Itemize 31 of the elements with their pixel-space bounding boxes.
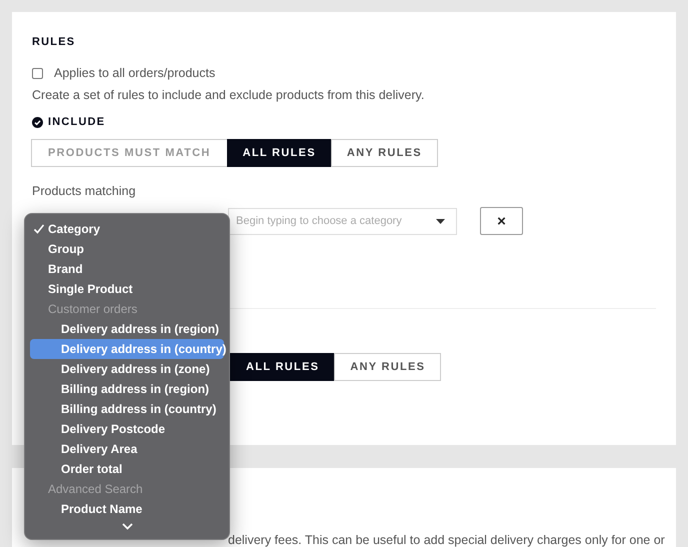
checkbox-label: Applies to all orders/products (54, 66, 216, 80)
menu-item[interactable]: Group (30, 239, 224, 259)
caret-icon (436, 218, 445, 224)
section-title: RULES (32, 36, 76, 48)
checkmark-icon (33, 223, 45, 235)
menu-item[interactable]: Single Product (30, 279, 224, 299)
match-option-button[interactable]: ANY RULES (334, 353, 442, 381)
menu-item[interactable]: Brand (30, 259, 224, 279)
menu-item[interactable]: Billing address in (country) (30, 399, 224, 419)
menu-item[interactable]: Delivery Postcode (30, 419, 224, 439)
menu-group-header: Advanced Search (47, 481, 144, 498)
description: Create a set of rules to include and exclude products from this delivery. (32, 88, 426, 102)
menu-group-header: Customer orders (47, 301, 138, 318)
remove-button[interactable]: × (480, 207, 523, 235)
menu-item[interactable]: Order total (30, 459, 224, 479)
menu-item[interactable]: Delivery Area (30, 439, 224, 459)
menu-item[interactable]: Category (30, 219, 224, 239)
category-field[interactable]: Begin typing to choose a category (228, 208, 457, 234)
fees-description: delivery fees. This can be useful to add special delivery charges only for one or (228, 533, 665, 547)
menu-item[interactable]: Delivery address in (zone) (30, 359, 224, 379)
menu-item[interactable]: Product Name (30, 499, 224, 519)
checkbox[interactable] (32, 68, 43, 78)
match-option-button[interactable]: ALL RULES (230, 353, 336, 381)
menu-item[interactable]: Delivery address in (region) (30, 319, 224, 339)
include-title: INCLUDE (48, 116, 106, 128)
chevron-down-icon (122, 523, 132, 530)
menu-item[interactable]: Billing address in (region) (30, 379, 224, 399)
match-option-button[interactable]: ALL RULES (226, 139, 332, 167)
field-label: Products matching (32, 184, 137, 198)
match-option-button[interactable]: ANY RULES (330, 139, 438, 167)
check-circle-icon (32, 116, 43, 128)
